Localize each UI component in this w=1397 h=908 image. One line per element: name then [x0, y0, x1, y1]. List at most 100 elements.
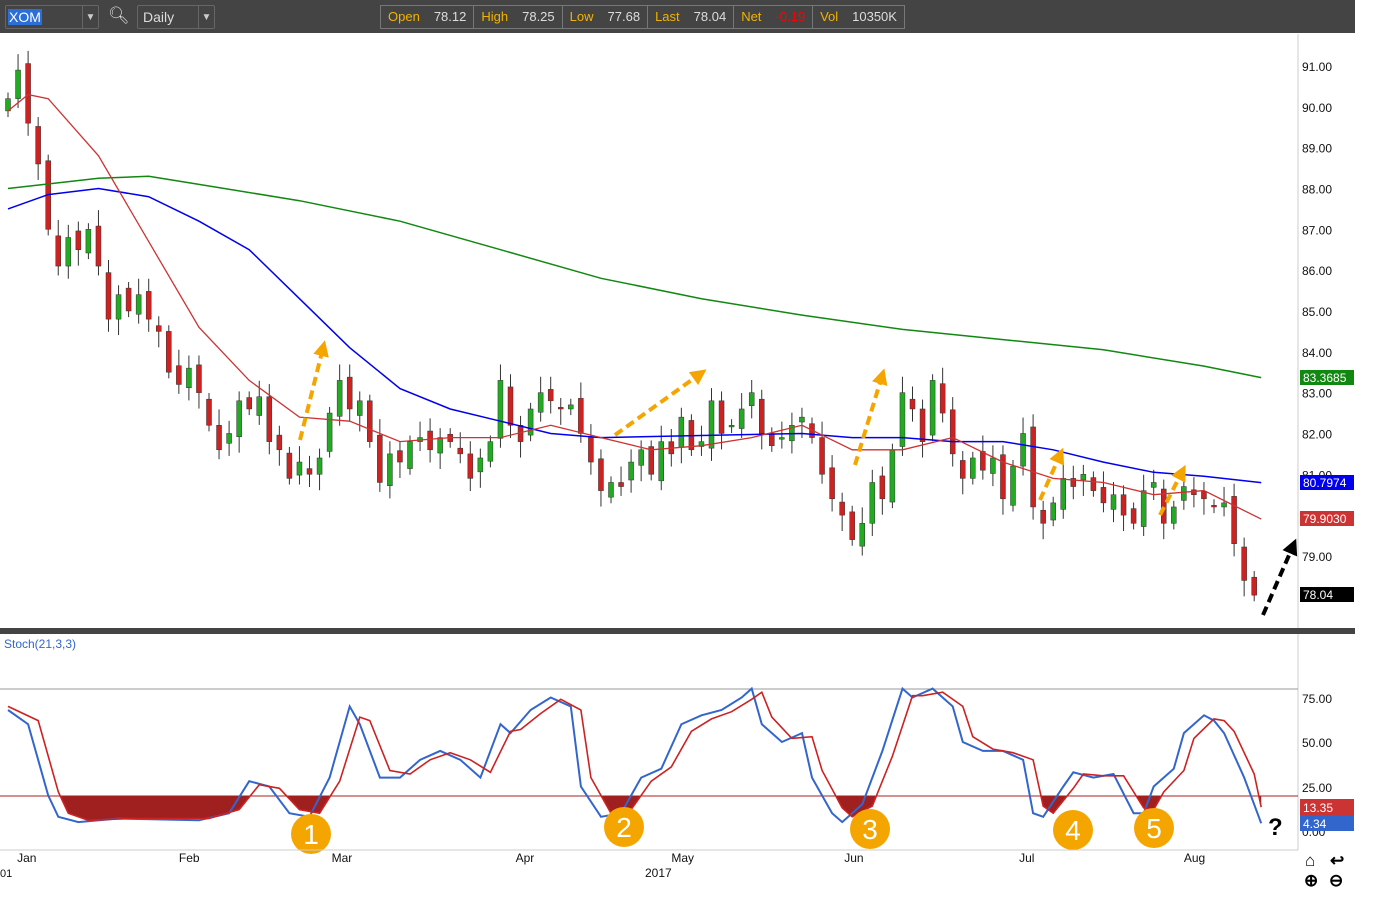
stoch-axis: 75.00 50.00 25.00 0.00 13.35 4.34: [1300, 692, 1354, 839]
nav-controls: ⌂ ↩ ⊕ ⊖: [1304, 851, 1344, 890]
candle-body: [738, 408, 745, 429]
candle-body: [75, 230, 82, 250]
candle-body: [728, 425, 735, 428]
price-tick: 90.00: [1302, 101, 1332, 115]
candle-body: [929, 380, 936, 436]
price-tick: 91.00: [1302, 60, 1332, 74]
candle-body: [105, 272, 112, 320]
candle-body: [145, 291, 152, 320]
candle-body: [1080, 474, 1087, 481]
oversold-fill: [8, 796, 1262, 821]
undo-icon[interactable]: ↩: [1330, 851, 1344, 870]
home-icon[interactable]: ⌂: [1305, 851, 1315, 870]
price-tick: 83.00: [1302, 387, 1332, 401]
candle-body: [980, 451, 986, 471]
candle-body: [849, 511, 855, 540]
candle-body: [206, 398, 212, 426]
candle-body: [306, 468, 313, 475]
date-tick: Apr: [516, 851, 535, 865]
candle-body: [427, 430, 433, 451]
arrow-up-icon: [298, 340, 329, 441]
date-axis: Jan Feb Mar Apr May Jun Jul Aug: [17, 851, 1205, 865]
question-mark: ?: [1268, 814, 1283, 841]
candle-body: [648, 446, 654, 475]
zoom-out-icon[interactable]: ⊖: [1329, 871, 1343, 890]
candle-body: [990, 457, 996, 474]
candle-body: [588, 436, 594, 463]
candle-body: [1231, 496, 1237, 544]
price-chart[interactable]: 91.00 90.00 89.00 88.00 87.00 86.00 85.00 84.00…: [0, 0, 1397, 908]
cycle-markers: 1 2 3 4 5: [291, 807, 1174, 854]
candle-body: [949, 409, 956, 455]
candle-body: [1050, 502, 1056, 521]
candle-body: [1040, 509, 1046, 524]
candle-body: [387, 453, 393, 486]
badge-stoch-k: 4.34: [1303, 817, 1327, 831]
candle-body: [678, 416, 685, 448]
ma-long-line: [7, 175, 1262, 379]
candle-body: [1211, 505, 1217, 508]
candle-body: [246, 397, 252, 410]
candle-body: [115, 294, 122, 320]
candle-body: [286, 452, 293, 479]
badge-ma-long: 83.3685: [1303, 371, 1347, 385]
candle-body: [1251, 576, 1257, 596]
candle-body: [1241, 546, 1247, 581]
date-tick: Jun: [844, 851, 863, 865]
zoom-in-icon[interactable]: ⊕: [1304, 871, 1318, 890]
tick: 75.00: [1302, 692, 1332, 706]
candle-body: [135, 294, 142, 315]
candle-body: [708, 400, 715, 449]
candle-body: [1191, 489, 1197, 495]
candle-body: [939, 383, 946, 414]
candle-body: [176, 365, 182, 385]
candle-body: [1030, 426, 1036, 508]
candle-body: [256, 396, 262, 416]
candle-body: [638, 449, 644, 466]
candle-body: [55, 235, 61, 267]
candle-body: [346, 376, 353, 410]
badge-last: 78.04: [1303, 588, 1333, 602]
candle-body: [196, 364, 202, 393]
candle-body: [919, 408, 926, 442]
badge-stoch-d: 13.35: [1303, 801, 1333, 815]
candle-body: [578, 398, 584, 434]
marker-1: 1: [303, 819, 319, 850]
candle-body: [537, 392, 544, 413]
price-tick: 89.00: [1302, 142, 1332, 156]
candle-body: [367, 400, 373, 442]
date-tick: Jul: [1019, 851, 1034, 865]
marker-3: 3: [862, 814, 878, 845]
candle-body: [186, 367, 192, 388]
candle-body: [819, 437, 825, 475]
candle-body: [397, 450, 403, 463]
candle-body: [558, 407, 564, 410]
candle-body: [316, 457, 323, 475]
candle-body: [226, 433, 232, 444]
candle-body: [909, 398, 916, 410]
tick: 50.00: [1302, 736, 1332, 750]
candle-body: [568, 404, 574, 410]
candle-body: [547, 389, 554, 402]
candle-body: [35, 126, 41, 165]
date-tick: Aug: [1184, 851, 1205, 865]
candle-body: [658, 441, 664, 482]
candle-body: [779, 437, 785, 440]
candle-body: [1140, 490, 1147, 527]
candle-body: [457, 447, 463, 455]
candle-body: [1100, 487, 1107, 504]
candle-body: [618, 482, 624, 487]
pane-splitter[interactable]: [0, 628, 1355, 634]
candle-body: [859, 523, 865, 547]
candle-body: [377, 434, 383, 483]
candle-body: [1221, 502, 1227, 508]
candle-body: [799, 416, 805, 423]
candle-body: [65, 237, 72, 267]
candle-body: [236, 400, 242, 437]
candle-body: [960, 460, 966, 479]
candle-body: [85, 229, 92, 254]
candle-body: [15, 69, 21, 99]
candle-body: [25, 63, 31, 124]
candle-body: [759, 398, 765, 434]
candle-body: [357, 400, 363, 416]
